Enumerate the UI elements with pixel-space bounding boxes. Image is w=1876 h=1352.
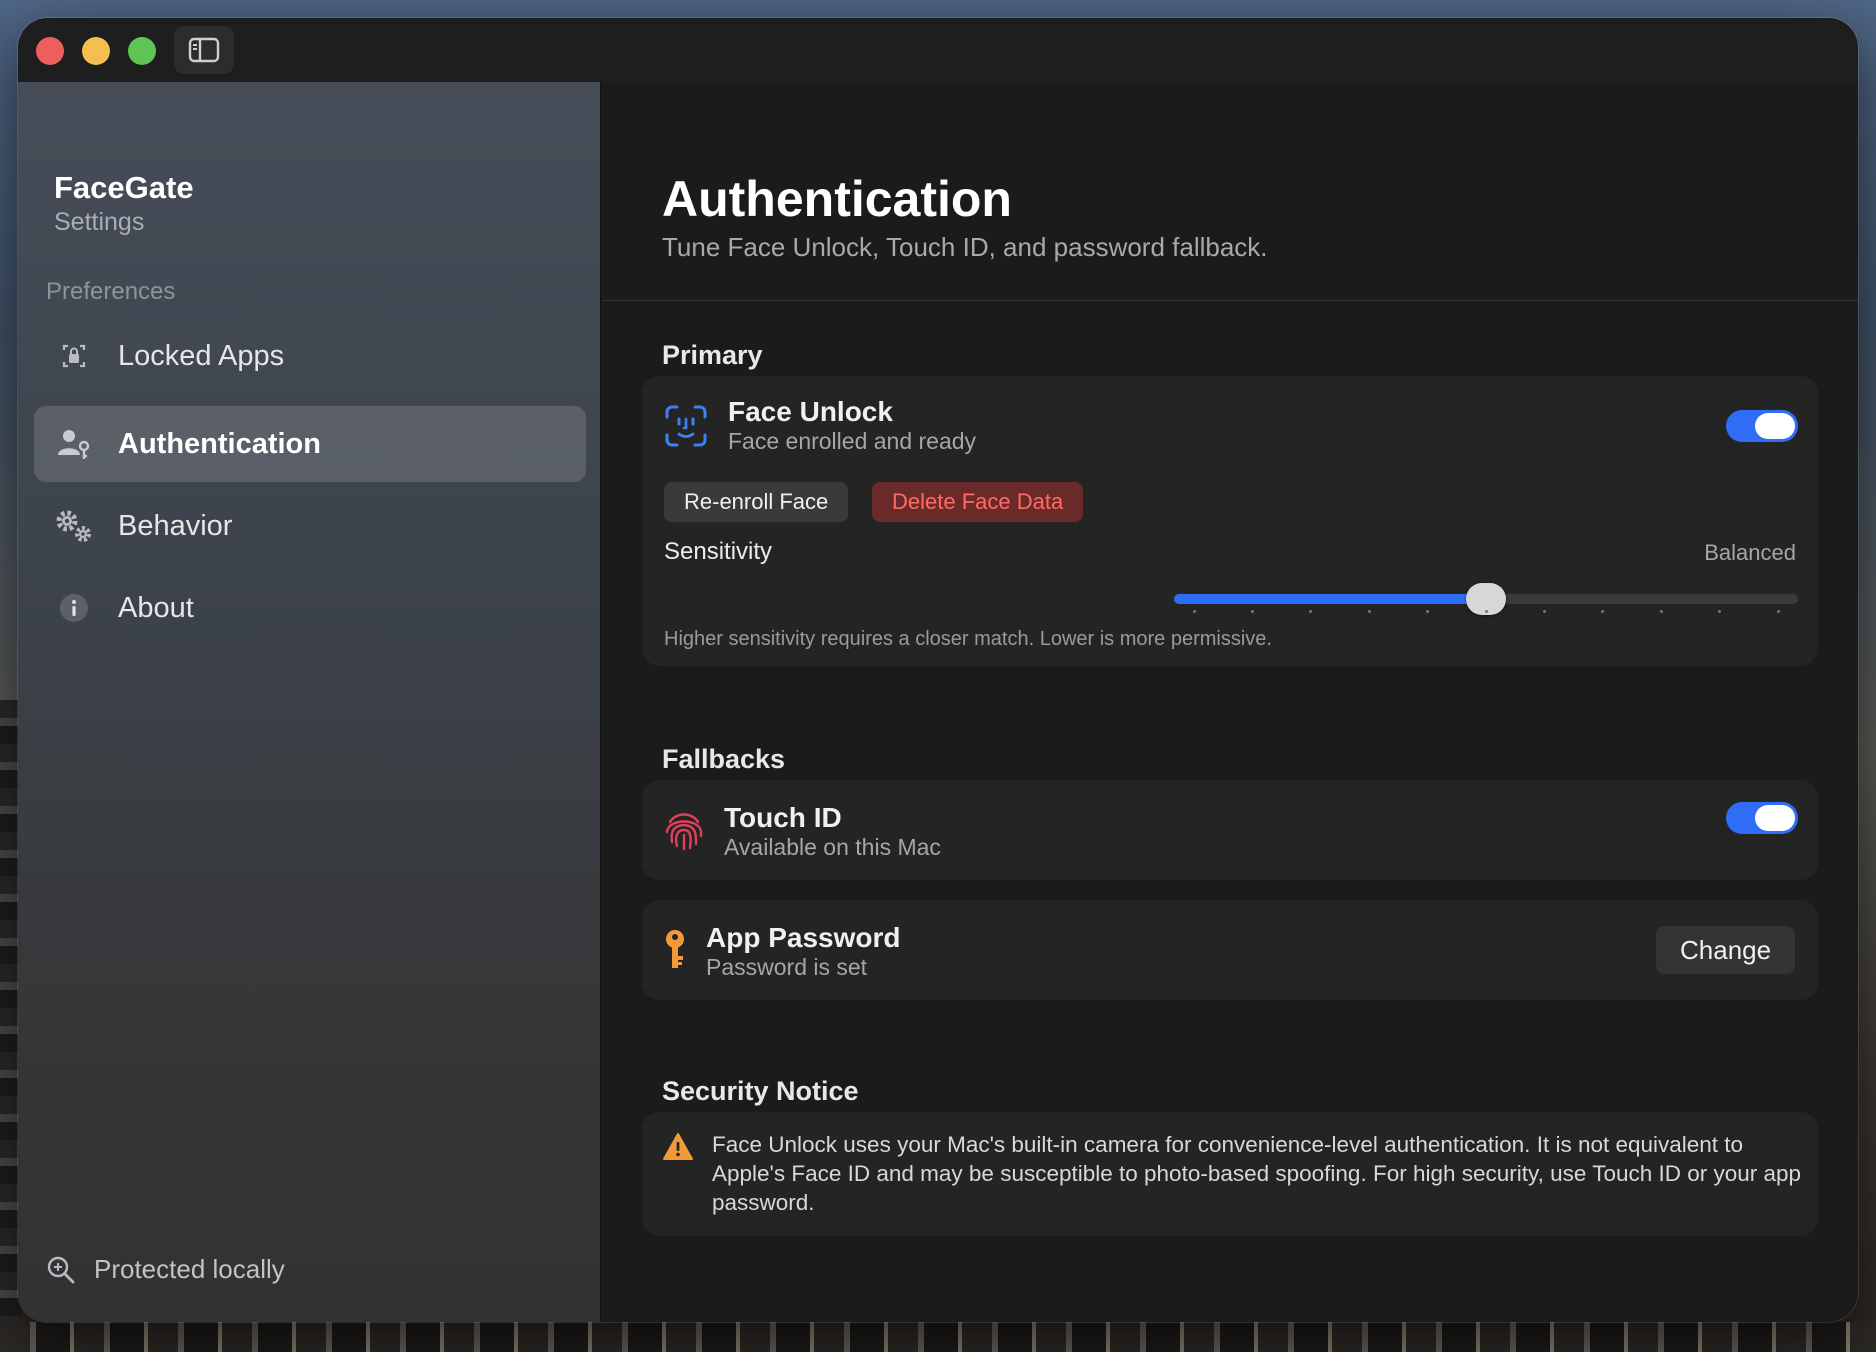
- sensitivity-slider[interactable]: [1174, 583, 1798, 615]
- info-icon: [54, 590, 94, 626]
- slider-tick: [1718, 610, 1722, 613]
- fingerprint-icon: [665, 813, 703, 851]
- zoom-window-button[interactable]: [128, 37, 156, 65]
- security-notice-text: Face Unlock uses your Mac's built-in cam…: [712, 1132, 1802, 1215]
- slider-tick: [1309, 610, 1313, 613]
- delete-face-data-button[interactable]: Delete Face Data: [872, 482, 1084, 522]
- main-content: Authentication Tune Face Unlock, Touch I…: [602, 82, 1858, 1322]
- desktop-background-bottom: [0, 1322, 1876, 1352]
- app-password-subtitle: Password is set: [706, 954, 868, 980]
- sidebar-item-label: About: [118, 591, 194, 624]
- app-password-title: App Password: [706, 922, 901, 953]
- face-id-icon: [665, 405, 707, 447]
- app-subtitle: Settings: [54, 208, 145, 236]
- face-unlock-toggle[interactable]: [1726, 410, 1798, 442]
- touch-id-card: Touch ID Available on this Mac: [642, 780, 1818, 880]
- sensitivity-value: Balanced: [1704, 540, 1796, 565]
- slider-tick: [1367, 610, 1371, 613]
- slider-tick: [1542, 610, 1546, 613]
- magnifier-shield-icon: [47, 1256, 75, 1283]
- sensitivity-hint: Higher sensitivity requires a closer mat…: [664, 628, 1272, 650]
- minimize-window-button[interactable]: [82, 37, 110, 65]
- page-subtitle: Tune Face Unlock, Touch ID, and password…: [662, 232, 1268, 262]
- slider-tick: [1601, 610, 1605, 613]
- touch-id-subtitle: Available on this Mac: [724, 834, 941, 860]
- sidebar-item-label: Authentication: [118, 427, 321, 460]
- sidebar-section-label: Preferences: [46, 278, 176, 305]
- key-icon: [666, 930, 684, 968]
- gears-icon: [54, 508, 94, 544]
- change-password-button[interactable]: Change: [1656, 926, 1796, 974]
- warning-icon: [663, 1133, 693, 1160]
- sidebar-item-label: Behavior: [118, 509, 233, 542]
- app-window: FaceGate Settings Preferences Locked App…: [18, 18, 1858, 1322]
- sidebar: FaceGate Settings Preferences Locked App…: [18, 82, 601, 1322]
- footer-label: Protected locally: [94, 1254, 285, 1284]
- person-key-icon: [54, 426, 94, 462]
- slider-tick: [1776, 610, 1780, 613]
- security-notice-card: Face Unlock uses your Mac's built-in cam…: [642, 1112, 1818, 1236]
- sidebar-item-label: Locked Apps: [118, 339, 285, 372]
- slider-tick: [1426, 610, 1430, 613]
- lock-app-icon: [54, 338, 94, 374]
- sidebar-item-authentication[interactable]: Authentication: [34, 406, 586, 482]
- sidebar-icon: [188, 37, 220, 63]
- section-title-fallbacks: Fallbacks: [662, 744, 786, 774]
- slider-tick: [1192, 610, 1196, 613]
- header-divider: [602, 300, 1858, 301]
- app-name: FaceGate: [54, 170, 194, 205]
- app-password-card: App Password Password is set Change: [642, 900, 1818, 1000]
- touch-id-toggle[interactable]: [1726, 802, 1798, 834]
- sidebar-toggle-button[interactable]: [174, 26, 234, 74]
- page-title: Authentication: [662, 171, 1012, 227]
- face-unlock-subtitle: Face enrolled and ready: [728, 428, 977, 454]
- sensitivity-slider-fill: [1174, 594, 1486, 604]
- touch-id-title: Touch ID: [724, 802, 842, 833]
- face-unlock-card: Face Unlock Face enrolled and ready Re-e…: [642, 376, 1818, 666]
- sidebar-item-locked-apps[interactable]: Locked Apps: [34, 318, 586, 394]
- sidebar-item-about[interactable]: About: [34, 570, 586, 646]
- sidebar-item-behavior[interactable]: Behavior: [34, 488, 586, 564]
- sidebar-footer: Protected locally: [46, 1254, 285, 1285]
- reenroll-face-button[interactable]: Re-enroll Face: [664, 482, 849, 522]
- close-window-button[interactable]: [36, 37, 64, 65]
- slider-tick: [1659, 610, 1663, 613]
- slider-tick: [1250, 610, 1254, 613]
- section-title-security-notice: Security Notice: [662, 1076, 859, 1106]
- title-bar: [18, 18, 1858, 82]
- face-unlock-title: Face Unlock: [728, 396, 893, 427]
- sensitivity-label: Sensitivity: [664, 538, 773, 565]
- section-title-primary: Primary: [662, 340, 763, 370]
- slider-tick: [1484, 610, 1488, 613]
